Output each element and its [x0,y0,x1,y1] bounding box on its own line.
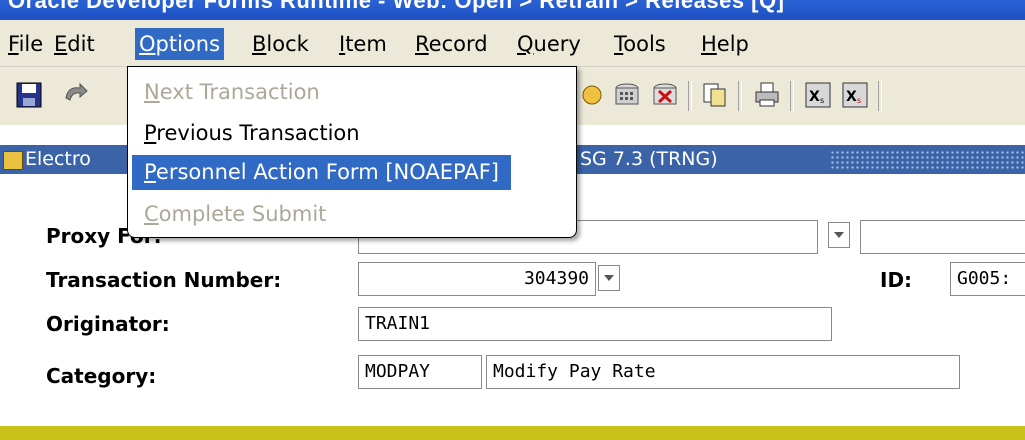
menu-file-hotkey: F [8,32,19,56]
delete-record-icon[interactable] [650,80,680,110]
menu-query[interactable]: Query [513,28,585,60]
complete-submit-hotkey: C [144,202,159,226]
menu-bar: File Edit Options Block Item Record Quer… [0,20,1025,67]
transaction-number-label: Transaction Number: [46,268,282,292]
next-transaction-hotkey: N [144,80,160,104]
menu-query-hotkey: Q [517,32,534,56]
menu-block-rest: lock [266,32,309,56]
svg-text:s: s [820,96,824,105]
bottom-bar [0,426,1025,440]
next-transaction-label: ext Transaction [159,80,320,104]
query-icon[interactable] [580,80,610,110]
transaction-number-field[interactable]: 304390 [358,262,596,296]
category-code-field[interactable]: MODPAY [358,355,482,389]
menu-option-next-transaction[interactable]: Next Transaction [132,75,332,110]
menu-block[interactable]: Block [248,28,313,60]
menu-record[interactable]: Record [411,28,492,60]
category-label: Category: [46,364,157,388]
rollback-icon[interactable] [60,80,90,110]
menu-item[interactable]: Item [335,28,391,60]
menu-help-hotkey: H [701,32,717,56]
menu-query-rest: uery [533,32,581,56]
menu-tools-rest: ools [623,32,666,56]
menu-file[interactable]: File [4,28,47,60]
menu-tools-hotkey: T [614,32,624,56]
print-icon[interactable] [752,80,782,110]
svg-text:X: X [846,89,857,105]
title-bar-text: Oracle Developer Forms Runtime - Web: Op… [8,0,785,13]
svg-text:X: X [809,89,820,105]
excel-export-icon[interactable]: Xs [840,80,870,110]
toolbar-separator [878,81,882,111]
form-window-icon [3,151,23,170]
menu-tools[interactable]: Tools [610,28,670,60]
save-icon[interactable] [14,80,44,110]
svg-text:s: s [857,96,861,105]
menu-help[interactable]: Help [697,28,753,60]
menu-edit-hotkey: E [54,32,68,56]
toolbar-separator [790,81,794,111]
menu-file-rest: ile [18,32,44,56]
menu-option-personnel-action-form[interactable]: Personnel Action Form [NOAEPAF] [132,155,511,190]
menu-help-rest: elp [716,32,749,56]
calculator-icon[interactable] [612,80,642,110]
menu-edit[interactable]: Edit [50,28,99,60]
menu-item-rest: tem [345,32,387,56]
previous-transaction-hotkey: P [144,121,157,145]
copy-icon[interactable] [700,80,730,110]
menu-option-complete-submit[interactable]: Complete Submit [132,197,338,232]
menu-options[interactable]: Options [135,28,225,60]
menu-block-hotkey: B [252,32,267,56]
menu-options-hotkey: O [139,32,156,56]
personnel-action-form-label: ersonnel Action Form [NOAEPAF] [155,160,499,184]
id-label: ID: [880,268,913,292]
personnel-action-form-hotkey: P [144,160,156,184]
title-bar: Oracle Developer Forms Runtime - Web: Op… [0,0,1025,20]
menu-record-hotkey: R [415,32,429,56]
menu-options-rest: ptions [155,32,221,56]
originator-label: Originator: [46,312,170,336]
menu-edit-rest: dit [67,32,95,56]
previous-transaction-label: revious Transaction [156,121,360,145]
excel-icon[interactable]: Xs [803,80,833,110]
proxy-for-dropdown-icon[interactable] [828,222,850,248]
menu-record-rest: ecord [428,32,488,56]
complete-submit-label: omplete Submit [158,202,327,226]
proxy-for-name-field[interactable] [860,220,1025,254]
category-description-field[interactable]: Modify Pay Rate [486,355,960,389]
originator-field[interactable]: TRAIN1 [358,307,832,341]
window-title: Electro [25,148,91,170]
menu-option-previous-transaction[interactable]: Previous Transaction [132,116,372,151]
caption-dot-pattern [830,150,1025,169]
window-version: SG 7.3 (TRNG) [580,148,718,170]
toolbar-separator [688,81,692,111]
options-dropdown-menu: Next Transaction Previous Transaction Pe… [127,66,577,238]
id-field[interactable]: G005: [950,262,1025,296]
transaction-number-dropdown-icon[interactable] [598,265,620,291]
toolbar-separator [738,81,742,111]
